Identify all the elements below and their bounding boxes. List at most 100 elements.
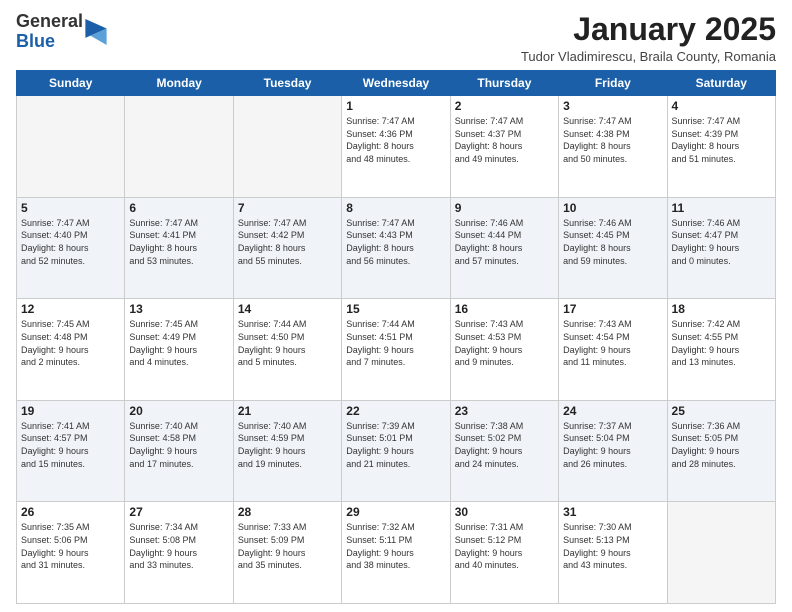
day-info: Sunrise: 7:47 AM Sunset: 4:42 PM Dayligh… [238,217,337,267]
page: General Blue January 2025 Tudor Vladimir… [0,0,792,612]
day-cell-20: 20Sunrise: 7:40 AM Sunset: 4:58 PM Dayli… [125,400,233,502]
day-cell-1: 1 Sunrise: 7:47 AM Sunset: 4:36 PM Daylig… [342,96,450,198]
day-info: Sunrise: 7:47 AM Sunset: 4:38 PM Dayligh… [563,115,662,165]
day-number: 29 [346,505,445,519]
weekday-saturday: Saturday [667,71,775,96]
day-number: 23 [455,404,554,418]
day-info: Sunrise: 7:39 AM Sunset: 5:01 PM Dayligh… [346,420,445,470]
day-number: 31 [563,505,662,519]
day-number: 14 [238,302,337,316]
week-row-1: 1 Sunrise: 7:47 AM Sunset: 4:36 PM Daylig… [17,96,776,198]
day-number: 30 [455,505,554,519]
weekday-friday: Friday [559,71,667,96]
day-cell-3: 3 Sunrise: 7:47 AM Sunset: 4:38 PM Daylig… [559,96,667,198]
day-number: 12 [21,302,120,316]
day-info: Sunrise: 7:37 AM Sunset: 5:04 PM Dayligh… [563,420,662,470]
day-info: Sunrise: 7:44 AM Sunset: 4:50 PM Dayligh… [238,318,337,368]
day-info: Sunrise: 7:35 AM Sunset: 5:06 PM Dayligh… [21,521,120,571]
location: Tudor Vladimirescu, Braila County, Roman… [521,49,776,64]
day-info: Sunrise: 7:30 AM Sunset: 5:13 PM Dayligh… [563,521,662,571]
logo-blue: Blue [16,32,83,52]
day-info: Sunrise: 7:47 AM Sunset: 4:37 PM Dayligh… [455,115,554,165]
day-number: 6 [129,201,228,215]
day-number: 8 [346,201,445,215]
day-number: 20 [129,404,228,418]
day-info: Sunrise: 7:47 AM Sunset: 4:40 PM Dayligh… [21,217,120,267]
day-cell-15: 15 Sunrise: 7:44 AM Sunset: 4:51 PM Dayli… [342,299,450,401]
day-info: Sunrise: 7:46 AM Sunset: 4:45 PM Dayligh… [563,217,662,267]
day-info: Sunrise: 7:45 AM Sunset: 4:49 PM Dayligh… [129,318,228,368]
day-number: 26 [21,505,120,519]
day-info: Sunrise: 7:43 AM Sunset: 4:53 PM Dayligh… [455,318,554,368]
day-info: Sunrise: 7:47 AM Sunset: 4:36 PM Dayligh… [346,115,445,165]
day-cell-2: 2Sunrise: 7:47 AM Sunset: 4:37 PM Daylig… [450,96,558,198]
day-number: 25 [672,404,771,418]
day-cell-31: 31 Sunrise: 7:30 AM Sunset: 5:13 PM Dayli… [559,502,667,604]
day-cell-16: 16 Sunrise: 7:43 AM Sunset: 4:53 PM Dayli… [450,299,558,401]
day-info: Sunrise: 7:31 AM Sunset: 5:12 PM Dayligh… [455,521,554,571]
weekday-monday: Monday [125,71,233,96]
day-cell-28: 28 Sunrise: 7:33 AM Sunset: 5:09 PM Dayli… [233,502,341,604]
day-info: Sunrise: 7:47 AM Sunset: 4:41 PM Dayligh… [129,217,228,267]
day-info: Sunrise: 7:38 AM Sunset: 5:02 PM Dayligh… [455,420,554,470]
day-number: 16 [455,302,554,316]
day-cell-26: 26 Sunrise: 7:35 AM Sunset: 5:06 PM Dayli… [17,502,125,604]
day-cell-27: 27Sunrise: 7:34 AM Sunset: 5:08 PM Dayli… [125,502,233,604]
day-number: 22 [346,404,445,418]
week-row-3: 12 Sunrise: 7:45 AM Sunset: 4:48 PM Dayli… [17,299,776,401]
weekday-tuesday: Tuesday [233,71,341,96]
week-row-4: 19 Sunrise: 7:41 AM Sunset: 4:57 PM Dayli… [17,400,776,502]
empty-cell [667,502,775,604]
day-cell-29: 29 Sunrise: 7:32 AM Sunset: 5:11 PM Dayli… [342,502,450,604]
day-cell-4: 4Sunrise: 7:47 AM Sunset: 4:39 PM Daylig… [667,96,775,198]
day-cell-18: 18 Sunrise: 7:42 AM Sunset: 4:55 PM Dayli… [667,299,775,401]
day-cell-13: 13Sunrise: 7:45 AM Sunset: 4:49 PM Dayli… [125,299,233,401]
day-info: Sunrise: 7:42 AM Sunset: 4:55 PM Dayligh… [672,318,771,368]
day-cell-17: 17 Sunrise: 7:43 AM Sunset: 4:54 PM Dayli… [559,299,667,401]
day-info: Sunrise: 7:45 AM Sunset: 4:48 PM Dayligh… [21,318,120,368]
day-cell-19: 19 Sunrise: 7:41 AM Sunset: 4:57 PM Dayli… [17,400,125,502]
day-number: 15 [346,302,445,316]
logo-area: General Blue [16,12,107,52]
day-number: 24 [563,404,662,418]
day-cell-9: 9Sunrise: 7:46 AM Sunset: 4:44 PM Daylig… [450,197,558,299]
day-cell-10: 10Sunrise: 7:46 AM Sunset: 4:45 PM Dayli… [559,197,667,299]
logo-text: General Blue [16,12,83,52]
day-number: 3 [563,99,662,113]
day-info: Sunrise: 7:44 AM Sunset: 4:51 PM Dayligh… [346,318,445,368]
day-number: 18 [672,302,771,316]
day-number: 5 [21,201,120,215]
day-info: Sunrise: 7:36 AM Sunset: 5:05 PM Dayligh… [672,420,771,470]
month-title: January 2025 [521,12,776,47]
day-cell-22: 22 Sunrise: 7:39 AM Sunset: 5:01 PM Dayli… [342,400,450,502]
title-area: January 2025 Tudor Vladimirescu, Braila … [521,12,776,64]
weekday-header-row: SundayMondayTuesdayWednesdayThursdayFrid… [17,71,776,96]
day-info: Sunrise: 7:43 AM Sunset: 4:54 PM Dayligh… [563,318,662,368]
day-number: 1 [346,99,445,113]
empty-cell [125,96,233,198]
day-cell-6: 6 Sunrise: 7:47 AM Sunset: 4:41 PM Daylig… [125,197,233,299]
day-number: 28 [238,505,337,519]
day-number: 17 [563,302,662,316]
day-cell-30: 30 Sunrise: 7:31 AM Sunset: 5:12 PM Dayli… [450,502,558,604]
week-row-2: 5 Sunrise: 7:47 AM Sunset: 4:40 PM Daylig… [17,197,776,299]
weekday-thursday: Thursday [450,71,558,96]
header: General Blue January 2025 Tudor Vladimir… [16,12,776,64]
day-cell-24: 24 Sunrise: 7:37 AM Sunset: 5:04 PM Dayli… [559,400,667,502]
day-number: 19 [21,404,120,418]
day-cell-12: 12 Sunrise: 7:45 AM Sunset: 4:48 PM Dayli… [17,299,125,401]
weekday-wednesday: Wednesday [342,71,450,96]
day-info: Sunrise: 7:33 AM Sunset: 5:09 PM Dayligh… [238,521,337,571]
day-cell-11: 11Sunrise: 7:46 AM Sunset: 4:47 PM Dayli… [667,197,775,299]
day-cell-8: 8Sunrise: 7:47 AM Sunset: 4:43 PM Daylig… [342,197,450,299]
day-number: 11 [672,201,771,215]
day-number: 21 [238,404,337,418]
day-number: 9 [455,201,554,215]
day-info: Sunrise: 7:41 AM Sunset: 4:57 PM Dayligh… [21,420,120,470]
day-info: Sunrise: 7:32 AM Sunset: 5:11 PM Dayligh… [346,521,445,571]
logo-icon [85,19,107,45]
day-number: 27 [129,505,228,519]
calendar-table: SundayMondayTuesdayWednesdayThursdayFrid… [16,70,776,604]
week-row-5: 26 Sunrise: 7:35 AM Sunset: 5:06 PM Dayli… [17,502,776,604]
day-cell-21: 21Sunrise: 7:40 AM Sunset: 4:59 PM Dayli… [233,400,341,502]
